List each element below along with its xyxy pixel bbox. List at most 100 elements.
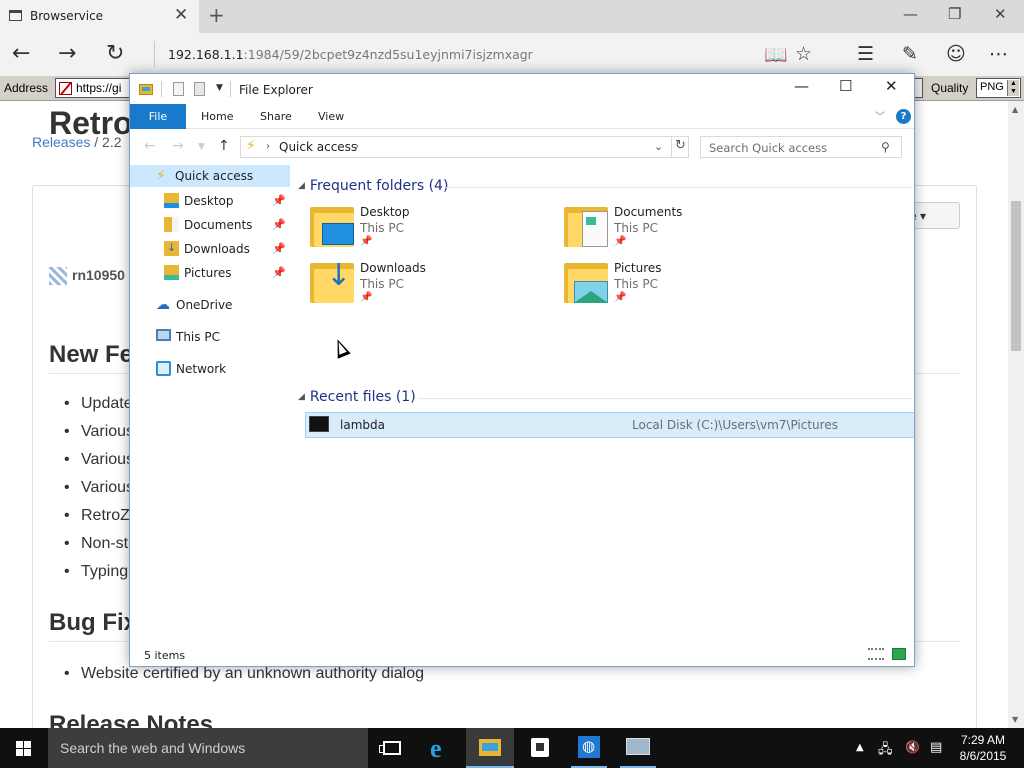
quick-access-icon: ⚡ [246, 138, 256, 154]
file-name: lambda [340, 418, 385, 432]
back-icon[interactable]: ← [12, 41, 30, 66]
taskbar-search-box[interactable]: Search the web and Windows [48, 728, 368, 768]
favorite-star-icon[interactable]: ☆ [795, 43, 812, 65]
properties-icon[interactable] [173, 82, 184, 96]
search-icon[interactable]: ⚲ [881, 140, 890, 154]
folder-tile-desktop[interactable]: Desktop This PC 📌 [310, 203, 550, 253]
close-window-icon[interactable]: ✕ [994, 5, 1007, 23]
action-center-icon[interactable]: ▤ [930, 740, 942, 755]
close-icon[interactable]: ✕ [885, 77, 898, 95]
address-history-icon[interactable]: ⌄ [654, 140, 663, 153]
documents-folder-icon [564, 203, 610, 249]
onedrive-cloud-icon: ☁ [156, 297, 170, 313]
address-field[interactable]: https://gi [55, 78, 135, 98]
help-icon[interactable]: ? [896, 109, 911, 124]
restore-icon[interactable]: ❐ [948, 5, 961, 23]
forward-icon[interactable]: → [172, 138, 184, 154]
up-icon[interactable]: ↑ [218, 138, 230, 154]
page-scrollbar[interactable]: ▲ ▼ [1008, 101, 1024, 728]
taskbar-browser-app[interactable] [565, 728, 613, 768]
address-location[interactable]: Quick access [279, 140, 357, 154]
scroll-down-icon[interactable]: ▼ [1012, 715, 1018, 724]
browser-tab[interactable]: Browservice ✕ [0, 0, 199, 33]
minimize-icon[interactable]: — [903, 5, 918, 23]
address-divider [154, 41, 155, 67]
refresh-icon[interactable]: ↻ [671, 137, 689, 157]
recent-locations-icon[interactable]: ▼ [198, 142, 205, 152]
collapse-icon[interactable]: ◢ [298, 392, 305, 402]
maximize-icon[interactable]: ☐ [839, 77, 852, 95]
minimize-icon[interactable]: — [794, 77, 809, 95]
frequent-folders-header[interactable]: ◢ Frequent folders (4) [298, 178, 448, 194]
taskbar-remote-desktop[interactable] [614, 728, 662, 768]
list-item: Various [64, 423, 134, 441]
refresh-icon[interactable]: ↻ [106, 41, 124, 66]
pin-icon[interactable]: 📌 [272, 194, 286, 207]
network-status-icon[interactable]: 🖧 [878, 740, 893, 762]
pin-icon[interactable]: 📌 [272, 218, 286, 231]
forward-icon[interactable]: → [58, 41, 76, 66]
large-icons-view-icon[interactable] [892, 648, 906, 660]
back-icon[interactable]: ← [144, 138, 156, 154]
scroll-up-icon[interactable]: ▲ [1012, 105, 1018, 114]
start-button[interactable] [0, 728, 48, 768]
search-input[interactable]: Search Quick access ⚲ [700, 136, 902, 158]
url-field[interactable]: 192.168.1.1:1984/59/2bcpet9z4nzd5su1eyjn… [168, 47, 533, 62]
show-hidden-icons-icon[interactable]: ▲ [856, 742, 864, 753]
reading-view-icon[interactable]: 📖 [764, 43, 788, 66]
pin-icon: 📌 [614, 236, 627, 247]
scroll-thumb[interactable] [1011, 201, 1021, 351]
folder-tile-downloads[interactable]: ↓ Downloads This PC 📌 [310, 259, 550, 309]
breadcrumb-chevron-icon[interactable]: › [355, 141, 359, 152]
close-tab-icon[interactable]: ✕ [174, 5, 188, 25]
customize-qat-icon[interactable]: ▼ [216, 83, 223, 93]
remote-desktop-icon [626, 738, 650, 755]
explorer-title-bar: ▼ File Explorer — ☐ ✕ [130, 74, 914, 104]
quality-select[interactable]: PNG ▲ ▼ [976, 78, 1021, 98]
title-divider [230, 81, 231, 97]
quality-value: PNG [980, 81, 1004, 93]
item-count: 5 items [144, 649, 186, 662]
task-view-button[interactable] [368, 728, 416, 768]
collapse-icon[interactable]: ◢ [298, 181, 305, 191]
breadcrumb-chevron-icon[interactable]: › [266, 141, 270, 152]
taskbar-store[interactable] [516, 728, 564, 768]
task-view-icon [379, 741, 401, 755]
taskbar-file-explorer[interactable] [466, 728, 514, 768]
feedback-smiley-icon[interactable]: ☺ [946, 43, 966, 65]
clock-date: 8/6/2015 [959, 749, 1007, 763]
group-divider [418, 398, 912, 399]
volume-muted-icon[interactable]: 🔇 [905, 740, 920, 754]
hub-icon[interactable]: ☰ [857, 43, 874, 65]
folder-tile-documents[interactable]: Documents This PC 📌 [564, 203, 804, 253]
new-folder-icon[interactable] [194, 82, 205, 96]
expand-ribbon-icon[interactable]: ﹀ [875, 108, 885, 123]
folder-tile-pictures[interactable]: Pictures This PC 📌 [564, 259, 804, 309]
downloads-folder-icon: ↓ [310, 259, 356, 305]
tab-home[interactable]: Home [201, 104, 233, 129]
group-divider [446, 187, 912, 188]
nav-item-quick-access[interactable]: ⚡ Quick access [130, 165, 290, 187]
spinner-icon[interactable]: ▲ ▼ [1007, 80, 1019, 96]
tab-view[interactable]: View [318, 104, 344, 129]
release-author[interactable]: rn10950 [49, 267, 125, 286]
details-view-icon[interactable] [868, 648, 884, 660]
author-name: rn10950 [72, 267, 125, 283]
recent-file-row[interactable]: lambda Local Disk (C:)\Users\vm7\Picture… [305, 412, 914, 438]
taskbar-internet-explorer[interactable]: e [418, 728, 466, 768]
pin-icon[interactable]: 📌 [272, 242, 286, 255]
tab-share[interactable]: Share [260, 104, 292, 129]
tab-title: Browservice [30, 9, 104, 23]
address-bar[interactable]: ⚡ › Quick access › ⌄ ↻ [240, 136, 689, 158]
tab-file[interactable]: File [130, 104, 186, 129]
recent-files-header[interactable]: ◢ Recent files (1) [298, 389, 416, 405]
pin-icon[interactable]: 📌 [272, 266, 286, 279]
pictures-folder-icon [564, 259, 610, 305]
insecure-icon [59, 82, 72, 95]
system-clock[interactable]: 7:29 AM 8/6/2015 [956, 732, 1010, 764]
list-item: Non-st [64, 535, 128, 553]
more-actions-icon[interactable]: ⋯ [989, 43, 1008, 65]
new-tab-icon[interactable]: + [208, 3, 225, 27]
avatar [49, 267, 67, 286]
web-note-icon[interactable]: ✎ [902, 43, 918, 65]
